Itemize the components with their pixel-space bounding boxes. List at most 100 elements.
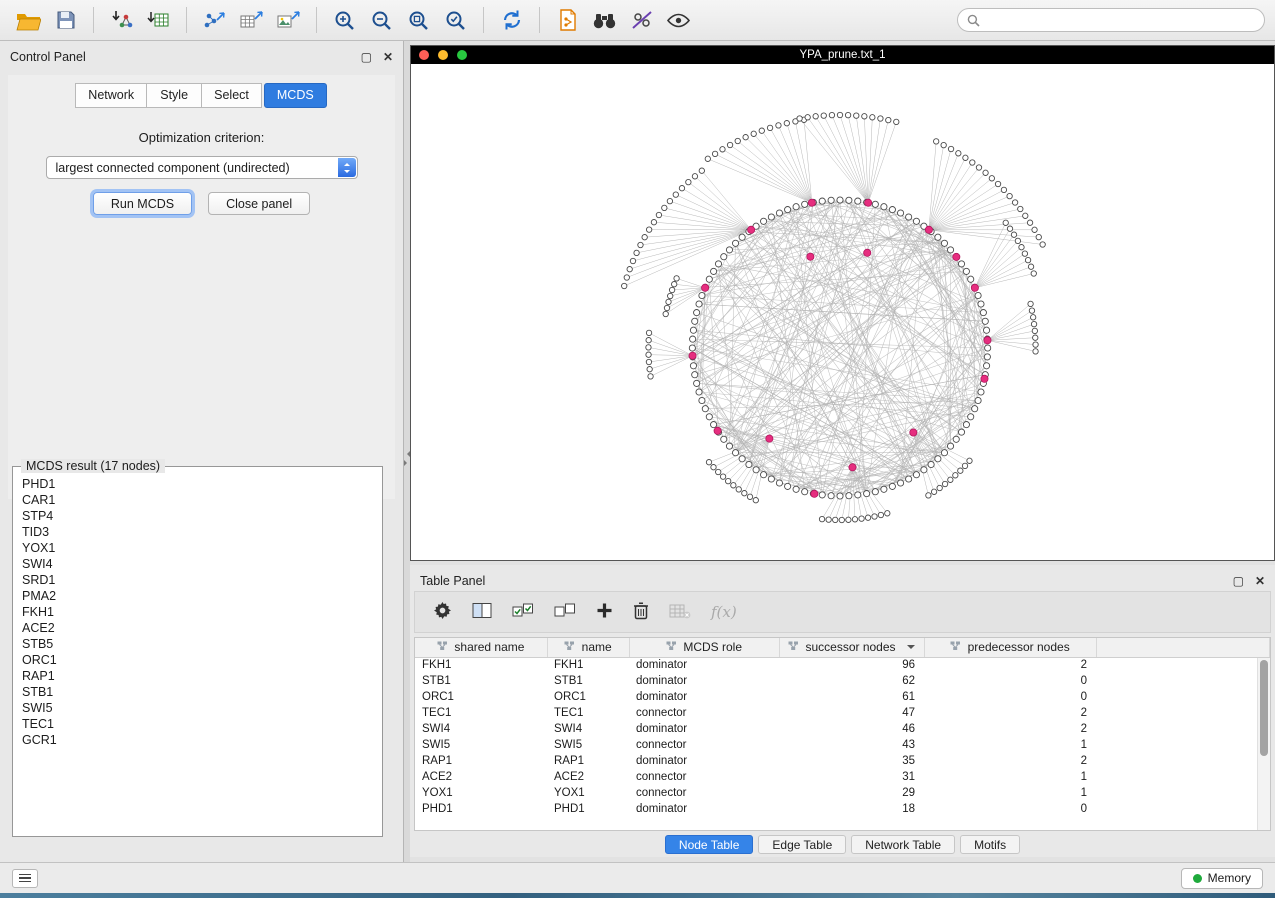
- float-table-panel-icon[interactable]: ▢: [1233, 576, 1244, 586]
- table-row[interactable]: RAP1RAP1dominator352: [415, 753, 1270, 769]
- table-cell[interactable]: SWI4: [415, 721, 547, 737]
- mcds-result-item[interactable]: CAR1: [22, 492, 382, 508]
- mcds-result-item[interactable]: SWI5: [22, 700, 382, 716]
- table-cell[interactable]: dominator: [629, 689, 779, 705]
- table-cell[interactable]: ACE2: [415, 769, 547, 785]
- table-cell[interactable]: TEC1: [415, 705, 547, 721]
- mcds-result-item[interactable]: PMA2: [22, 588, 382, 604]
- table-row[interactable]: ORC1ORC1dominator610: [415, 689, 1270, 705]
- select-all-rows-button[interactable]: [512, 602, 534, 622]
- mcds-result-list[interactable]: PHD1CAR1STP4TID3YOX1SWI4SRD1PMA2FKH1ACE2…: [13, 467, 382, 825]
- float-panel-icon[interactable]: ▢: [361, 52, 372, 62]
- tab-network-table[interactable]: Network Table: [851, 835, 955, 854]
- mcds-result-item[interactable]: YOX1: [22, 540, 382, 556]
- table-cell[interactable]: connector: [629, 705, 779, 721]
- open-folder-button[interactable]: [10, 4, 47, 36]
- table-cell[interactable]: [1096, 737, 1270, 753]
- table-cell[interactable]: 46: [779, 721, 924, 737]
- table-cell[interactable]: connector: [629, 737, 779, 753]
- table-cell[interactable]: 61: [779, 689, 924, 705]
- table-cell[interactable]: RAP1: [547, 753, 629, 769]
- table-cell[interactable]: YOX1: [547, 785, 629, 801]
- show-column-button[interactable]: [472, 602, 492, 622]
- table-cell[interactable]: [1096, 769, 1270, 785]
- network-titlebar[interactable]: YPA_prune.txt_1: [411, 46, 1274, 64]
- table-row[interactable]: FKH1FKH1dominator962: [415, 657, 1270, 673]
- tab-select[interactable]: Select: [201, 83, 262, 108]
- table-cell[interactable]: ORC1: [547, 689, 629, 705]
- tab-motifs[interactable]: Motifs: [960, 835, 1020, 854]
- table-cell[interactable]: [1096, 689, 1270, 705]
- delete-rows-button[interactable]: [633, 601, 649, 623]
- column-header-successor-nodes[interactable]: successor nodes: [779, 638, 924, 657]
- tab-edge-table[interactable]: Edge Table: [758, 835, 846, 854]
- mcds-result-item[interactable]: SWI4: [22, 556, 382, 572]
- table-cell[interactable]: dominator: [629, 753, 779, 769]
- table-cell[interactable]: FKH1: [547, 657, 629, 673]
- table-cell[interactable]: 0: [924, 689, 1096, 705]
- table-row[interactable]: PHD1PHD1dominator180: [415, 801, 1270, 817]
- table-cell[interactable]: 0: [924, 673, 1096, 689]
- table-cell[interactable]: 0: [924, 801, 1096, 817]
- table-settings-button[interactable]: [433, 601, 452, 623]
- save-session-button[interactable]: [47, 4, 84, 36]
- mcds-result-item[interactable]: FKH1: [22, 604, 382, 620]
- table-cell[interactable]: 62: [779, 673, 924, 689]
- table-cell[interactable]: 1: [924, 785, 1096, 801]
- column-header-mcds-role[interactable]: MCDS role: [629, 638, 779, 657]
- optimization-criterion-select[interactable]: largest connected component (undirected): [46, 156, 358, 179]
- table-cell[interactable]: 35: [779, 753, 924, 769]
- table-cell[interactable]: 18: [779, 801, 924, 817]
- mcds-result-item[interactable]: TID3: [22, 524, 382, 540]
- zoom-out-button[interactable]: [363, 4, 400, 36]
- table-cell[interactable]: PHD1: [415, 801, 547, 817]
- export-image-button[interactable]: [270, 4, 307, 36]
- table-cell[interactable]: [1096, 705, 1270, 721]
- export-table-button[interactable]: [233, 4, 270, 36]
- table-cell[interactable]: ORC1: [415, 689, 547, 705]
- table-cell[interactable]: TEC1: [547, 705, 629, 721]
- table-cell[interactable]: 2: [924, 721, 1096, 737]
- mcds-result-item[interactable]: SRD1: [22, 572, 382, 588]
- table-cell[interactable]: 29: [779, 785, 924, 801]
- table-cell[interactable]: dominator: [629, 657, 779, 673]
- table-cell[interactable]: dominator: [629, 801, 779, 817]
- table-cell[interactable]: dominator: [629, 721, 779, 737]
- table-cell[interactable]: 2: [924, 705, 1096, 721]
- table-row[interactable]: ACE2ACE2connector311: [415, 769, 1270, 785]
- column-header-shared-name[interactable]: shared name: [415, 638, 547, 657]
- table-cell[interactable]: [1096, 785, 1270, 801]
- run-mcds-button[interactable]: Run MCDS: [93, 192, 192, 215]
- table-cell[interactable]: STB1: [547, 673, 629, 689]
- mcds-result-item[interactable]: ACE2: [22, 620, 382, 636]
- close-window-icon[interactable]: [419, 50, 429, 60]
- network-graph[interactable]: [411, 64, 1274, 560]
- table-cell[interactable]: connector: [629, 785, 779, 801]
- zoom-selected-button[interactable]: [437, 4, 474, 36]
- import-network-button[interactable]: [103, 4, 140, 36]
- table-cell[interactable]: YOX1: [415, 785, 547, 801]
- table-cell[interactable]: [1096, 673, 1270, 689]
- table-row[interactable]: YOX1YOX1connector291: [415, 785, 1270, 801]
- mcds-result-item[interactable]: PHD1: [22, 476, 382, 492]
- table-cell[interactable]: RAP1: [415, 753, 547, 769]
- table-cell[interactable]: connector: [629, 769, 779, 785]
- table-cell[interactable]: 43: [779, 737, 924, 753]
- function-builder-button[interactable]: f(x): [711, 603, 737, 621]
- table-cell[interactable]: [1096, 657, 1270, 673]
- table-cell[interactable]: 96: [779, 657, 924, 673]
- close-table-panel-icon[interactable]: ✕: [1255, 576, 1265, 586]
- zoom-in-button[interactable]: [326, 4, 363, 36]
- mcds-result-item[interactable]: RAP1: [22, 668, 382, 684]
- mcds-result-item[interactable]: GCR1: [22, 732, 382, 748]
- table-cell[interactable]: [1096, 721, 1270, 737]
- refresh-layout-button[interactable]: [493, 4, 530, 36]
- mcds-result-item[interactable]: STP4: [22, 508, 382, 524]
- share-document-button[interactable]: [549, 4, 586, 36]
- column-header-predecessor-nodes[interactable]: predecessor nodes: [924, 638, 1096, 657]
- import-table-button[interactable]: [140, 4, 177, 36]
- table-cell[interactable]: STB1: [415, 673, 547, 689]
- delete-column-button[interactable]: [669, 603, 691, 622]
- search-input[interactable]: [986, 13, 1255, 27]
- scrollbar-thumb[interactable]: [1260, 660, 1268, 756]
